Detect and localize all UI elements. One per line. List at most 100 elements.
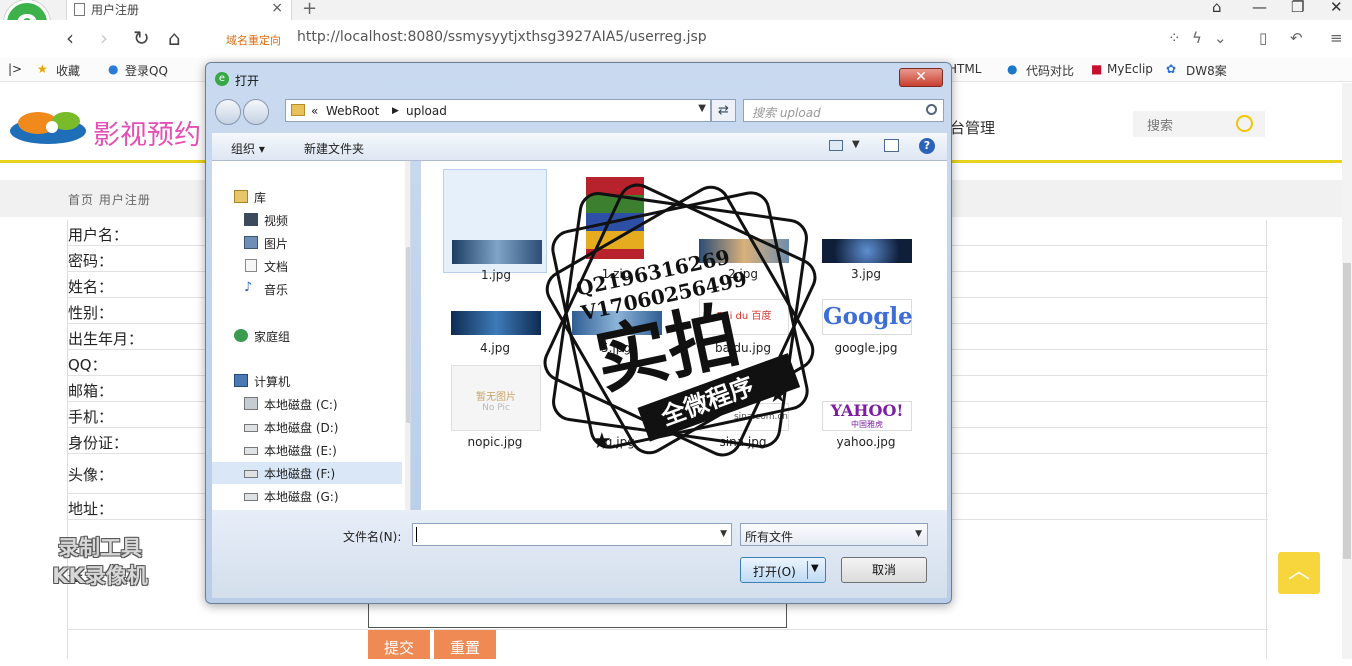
- site-search[interactable]: 搜索: [1133, 111, 1265, 137]
- open-button[interactable]: 打开(O) ▼: [740, 557, 826, 583]
- search-icon[interactable]: [926, 104, 937, 115]
- chevron-down-icon[interactable]: ▼: [720, 529, 727, 539]
- file-item[interactable]: 1.zip: [564, 169, 668, 281]
- reset-button[interactable]: 重置: [434, 630, 496, 659]
- bookmark-icon[interactable]: ▯: [1259, 29, 1267, 47]
- label-avatar: 头像：: [68, 466, 114, 484]
- chevron-down-icon[interactable]: ▼: [915, 529, 922, 539]
- skin-icon[interactable]: ⌂: [1212, 0, 1222, 16]
- menu-icon[interactable]: ≡: [1330, 29, 1343, 47]
- site-logo-icon: [10, 112, 86, 144]
- text-cursor: [416, 527, 417, 542]
- file-item[interactable]: 4.jpg: [443, 271, 547, 375]
- dialog-search[interactable]: 搜索 upload: [743, 99, 944, 122]
- new-tab-button[interactable]: +: [302, 0, 317, 19]
- cancel-button[interactable]: 取消: [841, 557, 927, 583]
- nav-admin-link[interactable]: 台管理: [950, 117, 995, 138]
- dialog-forward-button[interactable]: [243, 99, 269, 125]
- nav-item-drive-f[interactable]: 本地磁盘 (F:): [212, 462, 402, 484]
- forward-icon[interactable]: ›: [100, 26, 108, 50]
- bookmark-html[interactable]: HTML: [948, 62, 981, 76]
- filetype-select[interactable]: 所有文件 ▼: [740, 523, 928, 546]
- file-item[interactable]: 1.jpg: [443, 169, 547, 282]
- nav-item-drive-g[interactable]: 本地磁盘 (G:): [212, 485, 402, 507]
- file-item[interactable]: 2.jpg: [691, 169, 795, 281]
- file-name: qq.jpg: [597, 435, 635, 449]
- nav-item-computer[interactable]: 计算机: [212, 370, 402, 392]
- bookmark-myeclipse[interactable]: MyEclip: [1107, 62, 1153, 76]
- minimize-icon[interactable]: —: [1252, 0, 1267, 16]
- nav-item-drive-e[interactable]: 本地磁盘 (E:): [212, 439, 402, 461]
- nav-item-documents[interactable]: 文档: [212, 255, 402, 277]
- dialog-back-button[interactable]: [215, 99, 241, 125]
- nav-item-label: 图片: [264, 237, 289, 251]
- nav-item-pictures[interactable]: 图片: [212, 232, 402, 254]
- reload-icon[interactable]: ↻: [133, 26, 150, 50]
- path-upload[interactable]: upload: [406, 104, 447, 118]
- nav-item-homegroup[interactable]: 家庭组: [212, 325, 402, 347]
- close-window-icon[interactable]: ✕: [1330, 0, 1343, 16]
- nav-item-drive-d[interactable]: 本地磁盘 (D:): [212, 416, 402, 438]
- new-folder-button[interactable]: 新建文件夹: [304, 140, 364, 157]
- search-icon[interactable]: [1236, 115, 1253, 132]
- path-prefix[interactable]: «: [311, 104, 318, 118]
- file-item[interactable]: Bai du 百度 baidu.jpg: [691, 271, 795, 375]
- search-input[interactable]: 搜索: [1147, 115, 1173, 134]
- filename-label: 文件名(N):: [343, 530, 402, 544]
- path-separator-icon: ▶: [392, 106, 399, 116]
- chevron-down-icon[interactable]: ⌄: [1214, 29, 1227, 47]
- nav-item-label: 视频: [264, 214, 289, 228]
- file-item[interactable]: 5.jpg: [564, 271, 668, 375]
- back-icon[interactable]: ‹: [66, 26, 74, 50]
- lightning-icon[interactable]: ϟ: [1192, 29, 1202, 47]
- dialog-close-button[interactable]: ✕: [899, 68, 943, 87]
- file-item[interactable]: Google google.jpg: [814, 271, 918, 375]
- remark-textarea[interactable]: [368, 600, 787, 628]
- preview-pane-icon[interactable]: [884, 139, 899, 152]
- tab-title: 用户注册: [91, 3, 140, 17]
- url-field[interactable]: http://localhost:8080/ssmysyytjxthsg3927…: [297, 29, 707, 45]
- nav-item-drive-c[interactable]: 本地磁盘 (C:): [212, 393, 402, 415]
- chevron-down-icon[interactable]: ▼: [811, 563, 819, 574]
- bookmark-dw[interactable]: DW8案: [1186, 62, 1227, 79]
- refresh-icon[interactable]: ⇄: [711, 99, 736, 122]
- bookmark-code-compare[interactable]: 代码对比: [1026, 62, 1074, 79]
- label-birth: 出生年月：: [68, 330, 144, 348]
- filename-input[interactable]: ▼: [412, 523, 732, 546]
- redirect-label[interactable]: 域名重定向: [226, 32, 281, 48]
- page-scrollbar[interactable]: [1342, 83, 1352, 659]
- active-tab[interactable]: 用户注册 ×: [66, 0, 292, 20]
- home-icon[interactable]: ⌂: [168, 26, 181, 50]
- nav-item-music[interactable]: ♪ 音乐: [212, 278, 402, 300]
- path-bar[interactable]: « WebRoot ▶ upload ▼: [285, 99, 711, 122]
- bookmark-qq-login[interactable]: 登录QQ: [125, 62, 168, 79]
- dialog-search-input[interactable]: 搜索 upload: [752, 104, 821, 121]
- apps-icon[interactable]: ⁘: [1168, 29, 1181, 47]
- restore-icon[interactable]: ❐: [1291, 0, 1304, 16]
- submit-button[interactable]: 提交: [368, 630, 430, 659]
- bookmark-favorites[interactable]: 收藏: [56, 62, 80, 79]
- chevron-down-icon[interactable]: ▼: [698, 103, 706, 114]
- sidebar-toggle-icon[interactable]: |>: [8, 62, 22, 76]
- nav-item-label: 本地磁盘 (C:): [264, 398, 338, 412]
- view-icon[interactable]: [829, 140, 843, 151]
- nav-item-video[interactable]: 视频: [212, 209, 402, 231]
- file-item[interactable]: 暂无图片 No Pic nopic.jpg: [443, 361, 547, 465]
- file-item[interactable]: sina.com.cn sina.jpg: [691, 361, 795, 465]
- nav-item-label: 本地磁盘 (D:): [264, 421, 339, 435]
- thumbnail: [572, 311, 662, 335]
- file-item[interactable]: 3.jpg: [814, 169, 918, 281]
- help-icon[interactable]: ?: [919, 138, 935, 154]
- nav-item-library[interactable]: 库: [212, 186, 402, 208]
- chevron-down-icon[interactable]: ▼: [852, 139, 860, 150]
- page-scrollbar-thumb[interactable]: [1343, 263, 1351, 559]
- back-to-top-button[interactable]: ︿: [1278, 552, 1320, 594]
- tab-close-icon[interactable]: ×: [271, 0, 283, 16]
- file-item[interactable]: YAHOO! 中国雅虎 yahoo.jpg: [814, 361, 918, 465]
- nav-scrollbar[interactable]: [405, 161, 410, 510]
- organize-menu[interactable]: 组织 ▾: [231, 140, 265, 157]
- undo-icon[interactable]: ↶: [1290, 29, 1303, 47]
- path-webroot[interactable]: WebRoot: [326, 104, 379, 118]
- nav-scrollbar-thumb[interactable]: [406, 247, 410, 423]
- file-item[interactable]: qq.jpg: [564, 361, 668, 465]
